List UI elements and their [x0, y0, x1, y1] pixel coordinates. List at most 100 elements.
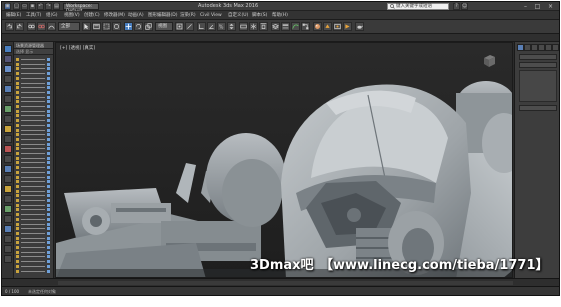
scene-object-row[interactable]	[16, 81, 52, 85]
scene-object-row[interactable]	[16, 175, 52, 179]
account-icon[interactable]: ☺	[461, 3, 468, 10]
open-icon[interactable]: ▭	[21, 3, 28, 10]
help-icon[interactable]: ?	[453, 3, 460, 10]
scene-object-row[interactable]	[16, 147, 52, 151]
scene-object-row[interactable]	[16, 95, 52, 99]
visibility-icon[interactable]	[47, 184, 50, 188]
visibility-icon[interactable]	[47, 161, 50, 165]
angle-snap-icon[interactable]	[207, 22, 216, 31]
graphite-toggle-icon[interactable]	[281, 22, 290, 31]
link-icon[interactable]	[27, 22, 36, 31]
move-icon[interactable]	[124, 22, 133, 31]
visibility-icon[interactable]	[47, 180, 50, 184]
pivot-center-icon[interactable]	[175, 22, 184, 31]
time-slider[interactable]	[2, 278, 559, 286]
scene-object-row[interactable]	[16, 236, 52, 240]
menu-animation[interactable]: 动画(A)	[128, 11, 144, 20]
scene-explorer-tabs[interactable]: 选择 显示	[14, 49, 53, 55]
render-production-icon[interactable]	[343, 22, 352, 31]
scene-object-row[interactable]	[16, 133, 52, 137]
scene-object-row[interactable]	[16, 100, 52, 104]
project-icon[interactable]: ▤	[53, 3, 60, 10]
scene-object-row[interactable]	[16, 269, 52, 273]
visibility-icon[interactable]	[47, 255, 50, 259]
visibility-icon[interactable]	[47, 203, 50, 207]
scene-object-row[interactable]	[16, 109, 52, 113]
visibility-icon[interactable]	[47, 152, 50, 155]
selection-filter-dropdown[interactable]: 全部	[58, 22, 80, 31]
undo-icon[interactable]: ↶	[37, 3, 44, 10]
display-all-icon[interactable]	[4, 65, 12, 73]
display-cameras-icon[interactable]	[4, 115, 12, 123]
visibility-icon[interactable]	[47, 133, 50, 137]
visibility-icon[interactable]	[47, 72, 50, 76]
select-by-name-icon[interactable]	[92, 22, 101, 31]
redo-tool-icon[interactable]	[15, 22, 24, 31]
visibility-icon[interactable]	[47, 217, 50, 221]
visibility-icon[interactable]	[47, 231, 50, 235]
rotate-icon[interactable]	[134, 22, 143, 31]
curve-editor-icon[interactable]	[291, 22, 300, 31]
hierarchy-tab-icon[interactable]	[531, 44, 538, 51]
create-tab-icon[interactable]	[517, 44, 524, 51]
select-object-icon[interactable]	[82, 22, 91, 31]
scene-object-row[interactable]	[16, 217, 52, 221]
perspective-viewport[interactable]: [+] [透视] [真实]	[55, 42, 513, 278]
visibility-icon[interactable]	[47, 246, 50, 249]
scene-object-row[interactable]	[16, 203, 52, 207]
search-input[interactable]: 键入关键字或短语	[387, 3, 449, 10]
menu-help[interactable]: 帮助(H)	[272, 11, 288, 20]
display-hidden-icon[interactable]	[4, 195, 12, 203]
display-helpers-icon[interactable]	[4, 125, 12, 133]
scene-object-row[interactable]	[16, 62, 52, 66]
menu-tools[interactable]: 工具(T)	[26, 11, 41, 20]
scale-icon[interactable]	[144, 22, 153, 31]
unlink-icon[interactable]	[37, 22, 46, 31]
scene-object-row[interactable]	[16, 114, 52, 118]
visibility-icon[interactable]	[47, 227, 50, 231]
visibility-icon[interactable]	[47, 194, 50, 198]
visibility-icon[interactable]	[47, 76, 50, 80]
visibility-icon[interactable]	[47, 105, 50, 108]
visibility-icon[interactable]	[47, 156, 50, 160]
scene-object-row[interactable]	[16, 67, 52, 71]
scene-object-row[interactable]	[16, 72, 52, 76]
visibility-icon[interactable]	[47, 189, 50, 193]
scene-object-row[interactable]	[16, 246, 52, 249]
invert-display-icon[interactable]	[4, 75, 12, 83]
visibility-icon[interactable]	[47, 90, 50, 94]
visibility-icon[interactable]	[47, 260, 50, 264]
modifier-list-dropdown[interactable]	[519, 62, 557, 68]
bind-spacewarp-icon[interactable]	[47, 22, 56, 31]
scene-object-row[interactable]	[16, 137, 52, 141]
teapot-icon[interactable]	[355, 22, 364, 31]
menu-rendering[interactable]: 渲染(R)	[180, 11, 196, 20]
scene-object-row[interactable]	[16, 260, 52, 264]
display-frozen-icon[interactable]	[4, 185, 12, 193]
scene-object-row[interactable]	[16, 128, 52, 132]
visibility-icon[interactable]	[47, 170, 50, 174]
visibility-icon[interactable]	[47, 222, 50, 226]
utilities-tab-icon[interactable]	[552, 44, 559, 51]
menu-group[interactable]: 组(G)	[46, 11, 58, 20]
new-icon[interactable]: □	[13, 3, 20, 10]
spinner-snap-icon[interactable]	[227, 22, 236, 31]
scene-object-row[interactable]	[16, 180, 52, 184]
scene-object-row[interactable]	[16, 255, 52, 259]
scene-object-row[interactable]	[16, 119, 52, 123]
undo-tool-icon[interactable]	[5, 22, 14, 31]
menu-views[interactable]: 视图(V)	[64, 11, 80, 20]
percent-snap-icon[interactable]: %	[217, 22, 226, 31]
select-manipulate-icon[interactable]	[185, 22, 194, 31]
menu-graph-editors[interactable]: 图形编辑器(D)	[148, 11, 177, 20]
object-name-field[interactable]	[519, 54, 557, 60]
redo-icon[interactable]: ↷	[45, 3, 52, 10]
scene-object-row[interactable]	[16, 184, 52, 188]
scene-object-row[interactable]	[16, 264, 52, 268]
visibility-icon[interactable]	[47, 86, 50, 90]
region-select-icon[interactable]	[102, 22, 111, 31]
explorer-filter-icon[interactable]	[4, 255, 12, 263]
scene-object-row[interactable]	[16, 161, 52, 165]
scene-object-row[interactable]	[16, 194, 52, 198]
scene-object-row[interactable]	[16, 105, 52, 108]
